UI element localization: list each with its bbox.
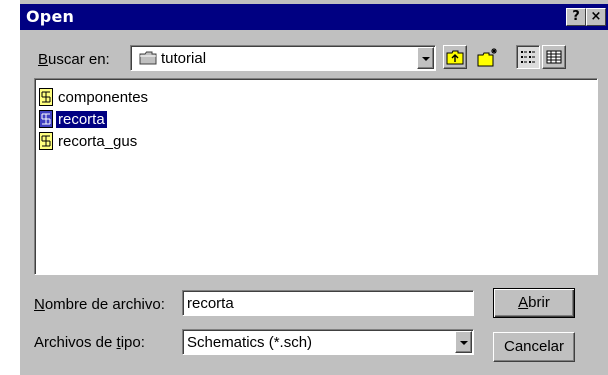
schematic-file-icon [39, 88, 53, 106]
chevron-down-icon [460, 341, 468, 345]
file-name: recorta [55, 109, 108, 129]
up-one-level-icon [446, 49, 464, 68]
file-name: recorta_gus [58, 132, 138, 150]
list-view-icon [520, 50, 536, 67]
file-list[interactable]: componentes recorta recorta_gus [34, 78, 598, 275]
create-new-folder-button[interactable] [476, 45, 500, 69]
dialog-title: Open [26, 7, 75, 26]
look-in-label: Buscar en: [38, 51, 110, 68]
close-button[interactable]: × [586, 8, 606, 26]
filetype-dropdown-button[interactable] [455, 331, 472, 353]
title-bar[interactable]: Open ? × [20, 4, 608, 30]
file-item-componentes[interactable]: componentes [39, 87, 150, 107]
look-in-value: tutorial [161, 50, 207, 67]
look-in-dropdown-button[interactable] [417, 47, 434, 69]
file-name: componentes [58, 88, 149, 106]
cancel-button[interactable]: Cancelar [493, 332, 575, 362]
schematic-file-icon [39, 110, 53, 128]
folder-icon [139, 51, 157, 68]
filetype-value: Schematics (*.sch) [187, 334, 313, 351]
details-view-icon [546, 50, 562, 67]
help-button[interactable]: ? [566, 8, 586, 26]
file-item-recorta-gus[interactable]: recorta_gus [39, 131, 139, 151]
open-dialog: Open ? × Buscar en: tutorial componentes… [20, 0, 608, 375]
chevron-down-icon [422, 57, 430, 61]
schematic-file-icon [39, 132, 53, 150]
look-in-combo[interactable]: tutorial [130, 45, 436, 71]
list-view-button[interactable] [516, 45, 540, 69]
filename-label: Nombre de archivo: [34, 296, 165, 313]
create-new-folder-icon [477, 47, 499, 70]
up-one-level-button[interactable] [443, 45, 467, 69]
file-item-recorta[interactable]: recorta [39, 109, 108, 129]
open-button[interactable]: Abrir [493, 288, 575, 318]
filetype-label: Archivos de tipo: [34, 334, 145, 351]
filename-input[interactable]: recorta [182, 290, 474, 316]
filename-value: recorta [187, 295, 234, 312]
filetype-select[interactable]: Schematics (*.sch) [182, 329, 474, 355]
details-view-button[interactable] [542, 45, 566, 69]
